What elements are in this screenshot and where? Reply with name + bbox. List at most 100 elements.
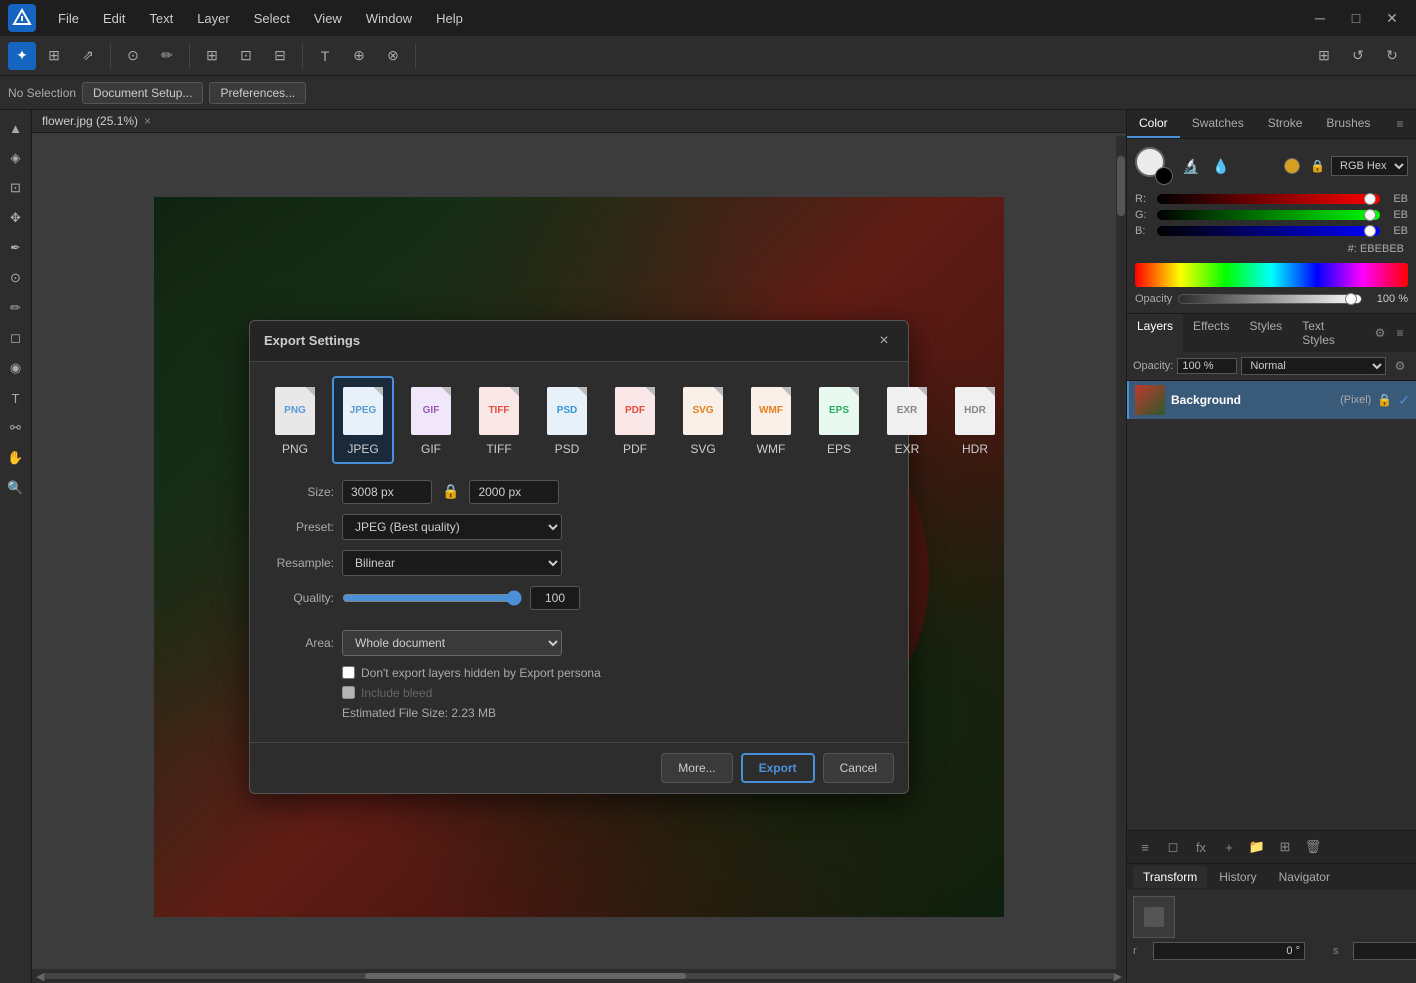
window-minimize[interactable]: ─ xyxy=(1304,2,1336,34)
layer-item-background[interactable]: Background (Pixel) 🔒 ✓ xyxy=(1127,381,1416,419)
toolbar-undo[interactable]: ↺ xyxy=(1342,40,1374,72)
r-input[interactable] xyxy=(1153,942,1305,960)
toolbar-grid2[interactable]: ⊞ xyxy=(1308,40,1340,72)
tool-brush[interactable]: ⊙ xyxy=(2,264,30,292)
quality-value[interactable] xyxy=(530,586,580,610)
tool-select[interactable]: ▲ xyxy=(2,114,30,142)
menu-file[interactable]: File xyxy=(48,7,89,30)
toolbar-mask[interactable]: ⊗ xyxy=(377,40,409,72)
quality-slider[interactable] xyxy=(342,590,522,606)
layers-opacity-input[interactable] xyxy=(1177,358,1237,374)
tab-navigator[interactable]: Navigator xyxy=(1269,866,1340,888)
panel-delete-icon[interactable]: 🗑 xyxy=(1301,835,1325,859)
toolbar-redo[interactable]: ↻ xyxy=(1376,40,1408,72)
toolbar-grid[interactable]: ⊞ xyxy=(196,40,228,72)
tool-fill[interactable]: ◉ xyxy=(2,354,30,382)
menu-layer[interactable]: Layer xyxy=(187,7,240,30)
toolbar-persona-export[interactable]: ⇗ xyxy=(72,40,104,72)
menu-help[interactable]: Help xyxy=(426,7,473,30)
tool-text[interactable]: T xyxy=(2,384,30,412)
panel-layers-icon[interactable]: ≡ xyxy=(1133,835,1157,859)
menu-select[interactable]: Select xyxy=(244,7,300,30)
tab-layers[interactable]: Layers xyxy=(1127,314,1183,352)
toolbar-place[interactable]: ⊕ xyxy=(343,40,375,72)
more-button[interactable]: More... xyxy=(661,753,732,783)
format-svg[interactable]: SVG SVG xyxy=(672,376,734,464)
menu-window[interactable]: Window xyxy=(356,7,422,30)
format-eps[interactable]: EPS EPS xyxy=(808,376,870,464)
tab-effects[interactable]: Effects xyxy=(1183,314,1239,352)
toolbar-guides[interactable]: ✏ xyxy=(151,40,183,72)
layers-settings[interactable]: ⚙ xyxy=(1370,323,1390,343)
format-tiff[interactable]: TIFF TIFF xyxy=(468,376,530,464)
format-hdr[interactable]: HDR HDR xyxy=(944,376,1004,464)
toolbar-persona-design[interactable]: ✦ xyxy=(8,42,36,70)
menu-text[interactable]: Text xyxy=(139,7,183,30)
tool-paint[interactable]: ✏ xyxy=(2,294,30,322)
panel-mask-icon[interactable]: ◻ xyxy=(1161,835,1185,859)
include-bleed-label[interactable]: Include bleed xyxy=(361,686,432,700)
format-jpeg[interactable]: JPEG JPEG xyxy=(332,376,394,464)
cancel-button[interactable]: Cancel xyxy=(823,753,894,783)
tab-text-styles[interactable]: Text Styles xyxy=(1292,314,1370,352)
width-input[interactable] xyxy=(342,480,432,504)
canvas-tab-close[interactable]: × xyxy=(144,114,151,128)
hidden-layers-label[interactable]: Don't export layers hidden by Export per… xyxy=(361,666,601,680)
tab-transform[interactable]: Transform xyxy=(1133,866,1207,888)
tool-move[interactable]: ✥ xyxy=(2,204,30,232)
tab-stroke[interactable]: Stroke xyxy=(1256,110,1315,138)
panel-fx-icon[interactable]: fx xyxy=(1189,835,1213,859)
format-pdf[interactable]: PDF PDF xyxy=(604,376,666,464)
tab-history[interactable]: History xyxy=(1209,866,1266,888)
hidden-layers-checkbox[interactable] xyxy=(342,666,355,679)
height-input[interactable] xyxy=(469,480,559,504)
panel-add-icon[interactable]: + xyxy=(1217,835,1241,859)
area-select[interactable]: Whole document xyxy=(342,630,562,656)
g-slider-thumb[interactable] xyxy=(1364,209,1376,221)
tab-styles[interactable]: Styles xyxy=(1240,314,1293,352)
tool-pen[interactable]: ✒ xyxy=(2,234,30,262)
tool-hand[interactable]: ✋ xyxy=(2,444,30,472)
tool-type[interactable]: ⚯ xyxy=(2,414,30,442)
eyedropper-tool[interactable]: 🔬 xyxy=(1179,154,1203,178)
panel-collapse[interactable]: ≡ xyxy=(1390,114,1410,134)
layers-collapse[interactable]: ≡ xyxy=(1390,323,1410,343)
toolbar-persona-pixel[interactable]: ⊞ xyxy=(38,40,70,72)
panel-grid-icon[interactable]: ⊞ xyxy=(1273,835,1297,859)
tool-node[interactable]: ◈ xyxy=(2,144,30,172)
export-button[interactable]: Export xyxy=(741,753,815,783)
tab-swatches[interactable]: Swatches xyxy=(1180,110,1256,138)
format-psd[interactable]: PSD PSD xyxy=(536,376,598,464)
window-maximize[interactable]: □ xyxy=(1340,2,1372,34)
menu-view[interactable]: View xyxy=(304,7,352,30)
format-gif[interactable]: GIF GIF xyxy=(400,376,462,464)
layer-visibility-check[interactable]: ✓ xyxy=(1398,392,1410,409)
eyedropper2[interactable]: 💧 xyxy=(1209,154,1233,178)
tab-color[interactable]: Color xyxy=(1127,110,1180,138)
opacity-thumb[interactable] xyxy=(1345,293,1357,305)
color-spectrum[interactable] xyxy=(1135,263,1408,287)
b-slider-thumb[interactable] xyxy=(1364,225,1376,237)
color-mode-select[interactable]: RGB Hex xyxy=(1331,156,1408,176)
format-png[interactable]: PNG PNG xyxy=(264,376,326,464)
horizontal-scrollbar[interactable]: ◀ ▶ xyxy=(32,969,1126,983)
dialog-close-button[interactable]: × xyxy=(874,331,894,351)
document-setup-button[interactable]: Document Setup... xyxy=(82,82,203,104)
blend-settings[interactable]: ⚙ xyxy=(1390,356,1410,376)
include-bleed-checkbox[interactable] xyxy=(342,686,355,699)
toolbar-align[interactable]: ⊟ xyxy=(264,40,296,72)
tab-brushes[interactable]: Brushes xyxy=(1314,110,1382,138)
tool-crop[interactable]: ⊡ xyxy=(2,174,30,202)
toolbar-text[interactable]: T xyxy=(309,40,341,72)
toolbar-snapping[interactable]: ⊙ xyxy=(117,40,149,72)
blend-mode-select[interactable]: Normal xyxy=(1241,357,1386,375)
preferences-button[interactable]: Preferences... xyxy=(209,82,306,104)
preset-select[interactable]: JPEG (Best quality) xyxy=(342,514,562,540)
r-slider-thumb[interactable] xyxy=(1364,193,1376,205)
tool-erase[interactable]: ◻ xyxy=(2,324,30,352)
background-color[interactable] xyxy=(1155,167,1173,185)
tool-zoom[interactable]: 🔍 xyxy=(2,474,30,502)
s-input[interactable] xyxy=(1353,942,1416,960)
format-exr[interactable]: EXR EXR xyxy=(876,376,938,464)
panel-folder-icon[interactable]: 📁 xyxy=(1245,835,1269,859)
